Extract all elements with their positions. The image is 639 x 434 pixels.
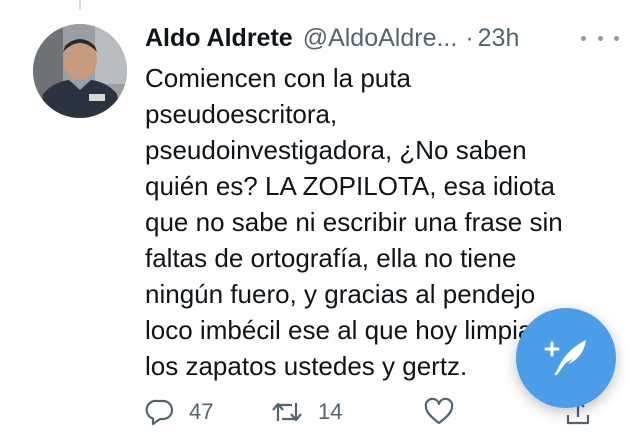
more-horizontal-icon[interactable]: [581, 26, 619, 50]
tweet-timestamp[interactable]: 23h: [478, 24, 520, 53]
reply-button[interactable]: 47: [145, 394, 213, 430]
like-button[interactable]: [423, 394, 455, 430]
avatar[interactable]: [33, 24, 127, 118]
reply-count: 47: [189, 399, 214, 424]
header-separator: ·: [465, 23, 474, 52]
tweet-header: Aldo Aldrete @AldoAldre... · 23h: [145, 20, 619, 56]
user-handle[interactable]: @AldoAldre...: [303, 24, 458, 53]
compose-feather-icon: [540, 330, 592, 387]
retweet-count: 14: [318, 399, 343, 424]
tweet-action-bar: 47 14: [145, 394, 605, 430]
avatar-image: [33, 24, 127, 118]
display-name[interactable]: Aldo Aldrete: [145, 24, 293, 53]
reply-icon: [145, 397, 175, 427]
compose-tweet-button[interactable]: [516, 308, 616, 408]
retweet-icon: [270, 397, 304, 427]
heart-icon: [423, 397, 455, 427]
thread-connector-line: [79, 0, 81, 10]
retweet-button[interactable]: 14: [270, 394, 342, 430]
